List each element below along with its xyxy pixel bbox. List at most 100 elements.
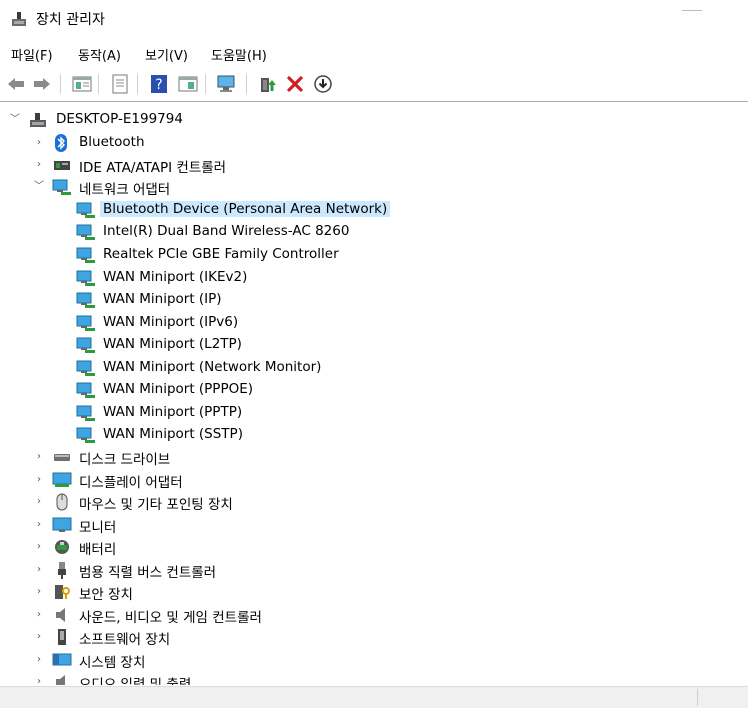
tree-item-label: WAN Miniport (Network Monitor): [103, 359, 322, 375]
tree-item-label: Realtek PCIe GBE Family Controller: [103, 246, 339, 262]
status-bar: [0, 686, 748, 708]
tree-item-security-devices[interactable]: › 보안 장치: [0, 581, 748, 603]
tree-item-label: WAN Miniport (SSTP): [103, 426, 243, 442]
expand-chevron-icon[interactable]: ›: [32, 517, 46, 533]
tree-item-label: WAN Miniport (IP): [103, 291, 222, 307]
tree-item-wan-ip[interactable]: WAN Miniport (IP): [0, 289, 748, 311]
collapse-chevron-icon[interactable]: ﹀: [8, 112, 22, 128]
display-adapter-icon: [52, 471, 72, 489]
tree-item-wan-l2tp[interactable]: WAN Miniport (L2TP): [0, 334, 748, 356]
tree-item-mice[interactable]: › 마우스 및 기타 포인팅 장치: [0, 491, 748, 513]
expand-chevron-icon[interactable]: ›: [32, 607, 46, 623]
menu-action[interactable]: 동작(A): [78, 45, 121, 64]
expand-chevron-icon[interactable]: ›: [32, 494, 46, 510]
toolbar: ?: [0, 69, 748, 99]
tree-item-disk-drives[interactable]: › 디스크 드라이브: [0, 446, 748, 468]
expand-chevron-icon[interactable]: ›: [32, 539, 46, 555]
monitor-icon: [52, 516, 72, 534]
collapse-chevron-icon[interactable]: ﹀: [32, 179, 46, 195]
expand-chevron-icon[interactable]: ›: [32, 629, 46, 645]
tree-item-audio-io[interactable]: › 오디오 입력 및 출력: [0, 671, 748, 685]
usb-icon: [52, 561, 72, 579]
download-circle-icon[interactable]: [311, 72, 335, 96]
svg-text:?: ?: [155, 77, 162, 93]
tree-item-wan-network-monitor[interactable]: WAN Miniport (Network Monitor): [0, 357, 748, 379]
view-panel-icon[interactable]: [176, 72, 200, 96]
tree-item-label: WAN Miniport (L2TP): [103, 336, 242, 352]
expand-chevron-icon[interactable]: ›: [32, 652, 46, 668]
expand-chevron-icon[interactable]: ›: [32, 472, 46, 488]
mouse-icon: [52, 493, 72, 511]
tree-item-usb-controllers[interactable]: › 범용 직렬 버스 컨트롤러: [0, 559, 748, 581]
network-adapter-icon: [76, 426, 96, 444]
network-adapter-icon: [76, 201, 96, 219]
menu-help[interactable]: 도움말(H): [211, 45, 267, 64]
tree-item-sound-video-game[interactable]: › 사운드, 비디오 및 게임 컨트롤러: [0, 604, 748, 626]
back-arrow-icon[interactable]: [4, 72, 28, 96]
tree-item-network-adapters[interactable]: ﹀ 네트워크 어댑터: [0, 176, 748, 198]
tree-item-label: Bluetooth Device (Personal Area Network): [100, 201, 391, 217]
tree-item-label: 모니터: [79, 520, 117, 536]
network-adapter-icon: [76, 269, 96, 287]
uninstall-x-icon[interactable]: [283, 72, 307, 96]
tree-item-label: WAN Miniport (PPTP): [103, 404, 243, 420]
tree-item-wan-pptp[interactable]: WAN Miniport (PPTP): [0, 402, 748, 424]
expand-chevron-icon[interactable]: ›: [32, 584, 46, 600]
tree-item-bluetooth[interactable]: › Bluetooth: [0, 132, 748, 154]
help-icon[interactable]: ?: [147, 72, 171, 96]
document-icon[interactable]: [108, 72, 132, 96]
properties-grid-icon[interactable]: [70, 72, 94, 96]
expand-chevron-icon[interactable]: ›: [32, 449, 46, 465]
tree-root[interactable]: ﹀ DESKTOP-E199794: [0, 109, 748, 131]
expand-chevron-icon[interactable]: ›: [32, 674, 46, 685]
tree-item-wan-pppoe[interactable]: WAN Miniport (PPPOE): [0, 379, 748, 401]
menu-file[interactable]: 파일(F): [11, 45, 53, 64]
network-adapter-icon: [76, 314, 96, 332]
expand-chevron-icon[interactable]: ›: [32, 135, 46, 151]
tree-item-ide-controller[interactable]: › IDE ATA/ATAPI 컨트롤러: [0, 154, 748, 176]
menu-view[interactable]: 보기(V): [145, 45, 188, 64]
tree-item-bluetooth-pan[interactable]: Bluetooth Device (Personal Area Network): [0, 199, 748, 221]
menu-bar: 파일(F) 동작(A) 보기(V) 도움말(H): [0, 40, 748, 68]
tree-item-label: 디스플레이 어댑터: [79, 475, 183, 491]
forward-arrow-icon[interactable]: [30, 72, 54, 96]
tree-item-system-devices[interactable]: › 시스템 장치: [0, 649, 748, 671]
tree-item-batteries[interactable]: › 배터리: [0, 536, 748, 558]
tree-item-realtek[interactable]: Realtek PCIe GBE Family Controller: [0, 244, 748, 266]
device-tree[interactable]: ﹀ DESKTOP-E199794 › Bluetooth › IDE ATA/…: [0, 101, 748, 685]
tree-item-label: IDE ATA/ATAPI 컨트롤러: [79, 160, 227, 176]
tree-item-label: Intel(R) Dual Band Wireless-AC 8260: [103, 223, 350, 239]
tree-item-wan-ipv6[interactable]: WAN Miniport (IPv6): [0, 312, 748, 334]
tree-item-intel-wireless[interactable]: Intel(R) Dual Band Wireless-AC 8260: [0, 221, 748, 243]
tree-item-label: 보안 장치: [79, 587, 133, 603]
tree-item-label: 디스크 드라이브: [79, 452, 171, 468]
network-adapter-icon: [76, 291, 96, 309]
ide-controller-icon: [52, 156, 72, 174]
audio-io-icon: [52, 673, 72, 685]
speaker-icon: [52, 606, 72, 624]
network-adapter-icon: [76, 404, 96, 422]
expand-chevron-icon[interactable]: ›: [32, 562, 46, 578]
monitor-scan-icon[interactable]: [215, 72, 239, 96]
tree-item-wan-ikev2[interactable]: WAN Miniport (IKEv2): [0, 267, 748, 289]
network-adapter-icon: [76, 381, 96, 399]
tree-item-label: WAN Miniport (PPPOE): [103, 381, 254, 397]
update-driver-icon[interactable]: [256, 72, 280, 96]
tree-item-monitors[interactable]: › 모니터: [0, 514, 748, 536]
window-title: 장치 관리자: [36, 12, 105, 28]
system-device-icon: [52, 651, 72, 669]
disk-drive-icon: [52, 448, 72, 466]
tree-item-wan-sstp[interactable]: WAN Miniport (SSTP): [0, 424, 748, 446]
tree-item-label: 사운드, 비디오 및 게임 컨트롤러: [79, 610, 262, 626]
title-bar: 장치 관리자: [0, 0, 748, 38]
tree-item-software-devices[interactable]: › 소프트웨어 장치: [0, 626, 748, 648]
tree-item-label: 소프트웨어 장치: [79, 632, 171, 648]
expand-chevron-icon[interactable]: ›: [32, 157, 46, 173]
network-adapter-icon: [76, 359, 96, 377]
tree-item-label: WAN Miniport (IKEv2): [103, 269, 248, 285]
tree-item-display-adapters[interactable]: › 디스플레이 어댑터: [0, 469, 748, 491]
battery-icon: [52, 538, 72, 556]
network-adapter-icon: [76, 336, 96, 354]
software-device-icon: [52, 628, 72, 646]
minimize-button[interactable]: [682, 0, 702, 11]
